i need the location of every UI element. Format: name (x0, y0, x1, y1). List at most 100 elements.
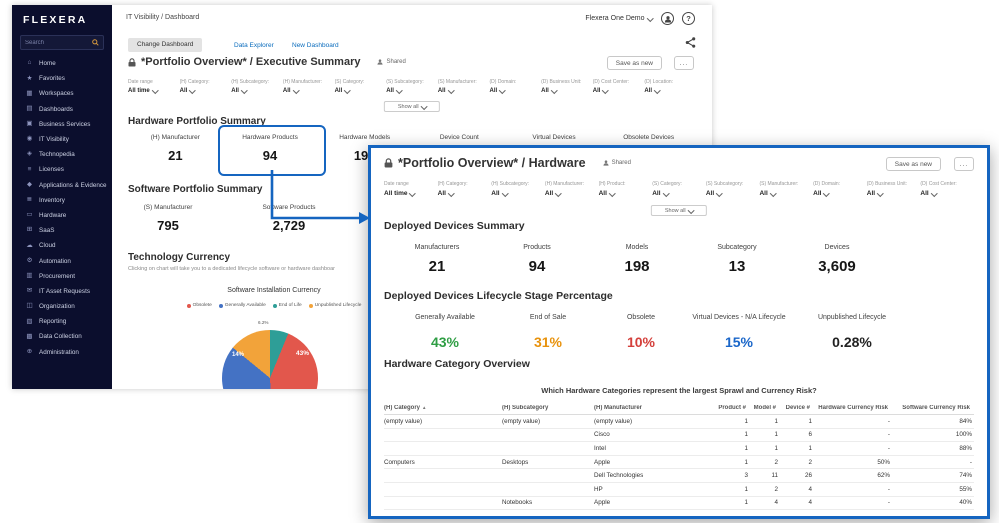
chevron-down-icon (824, 190, 830, 196)
sidebar-item[interactable]: ◫ Organization (12, 299, 112, 314)
legend-item[interactable]: Unpublished Lifecycle (309, 303, 362, 308)
filter-dropdown[interactable]: (H) Manufacturer: All (283, 79, 335, 94)
filter-bar: Date range All time (H) Category: All (H… (384, 181, 974, 197)
more-options-button[interactable]: ... (954, 157, 974, 171)
sidebar-item[interactable]: ▧ Reporting (12, 314, 112, 329)
filter-dropdown[interactable]: (S) Category: All (652, 181, 706, 197)
cell-manufacturer: Cisco (594, 428, 716, 442)
filter-dropdown[interactable]: (H) Subcategory: All (491, 181, 545, 197)
table-header-cell[interactable]: (H) Manufacturer (594, 405, 716, 415)
sidebar-item[interactable]: ≡ Licenses (12, 162, 112, 177)
filter-dropdown[interactable]: Date range All time (384, 181, 438, 197)
sidebar-item[interactable]: ⚙ Automation (12, 253, 112, 268)
tab-data-explorer[interactable]: Data Explorer (234, 42, 274, 49)
sidebar-item[interactable]: ★ Favorites (12, 71, 112, 86)
filter-dropdown[interactable]: (S) Manufacturer: All (759, 181, 813, 197)
sidebar-item[interactable]: ☁ Cloud (12, 238, 112, 253)
table-header-cell[interactable]: Software Currency Risk (892, 405, 974, 415)
tab-new-dashboard[interactable]: New Dashboard (292, 42, 339, 49)
search-input[interactable] (25, 40, 92, 46)
show-all-button[interactable]: Show all (651, 205, 707, 216)
legend-item[interactable]: Generally Available (219, 303, 266, 308)
cell-software-currency-risk: 40% (892, 496, 974, 510)
legend-color-dot (219, 304, 223, 308)
overlay-header: *Portfolio Overview* / Hardware Shared (384, 156, 631, 170)
table-header-cell[interactable]: Hardware Currency Risk (814, 405, 892, 415)
lifecycle-stage-cards: Generally Available 43% End of Sale 31% … (395, 314, 907, 350)
sidebar-item[interactable]: ≣ Inventory (12, 193, 112, 208)
cell-subcategory (502, 482, 594, 496)
filter-dropdown[interactable]: (D) Cost Center: All (920, 181, 974, 197)
avatar-icon[interactable] (661, 12, 674, 25)
sidebar-item[interactable]: ◆ Applications & Evidence (12, 178, 112, 193)
sidebar-item[interactable]: ⊞ SaaS (12, 223, 112, 238)
filter-dropdown[interactable]: (H) Subcategory: All (231, 79, 283, 94)
chevron-down-icon (770, 190, 776, 196)
sidebar-item[interactable]: ⌂ Home (12, 56, 112, 71)
sidebar-item[interactable]: ▥ Procurement (12, 269, 112, 284)
stat-card: (H) Manufacturer 21 (128, 134, 223, 163)
chevron-down-icon (448, 87, 454, 93)
filter-dropdown[interactable]: (S) Subcategory: All (386, 79, 438, 94)
filter-dropdown[interactable]: (H) Product: All (599, 181, 653, 197)
table-header-cell[interactable]: (H) Category▲ (384, 405, 502, 415)
filter-dropdown[interactable]: (D) Domain: All (489, 79, 541, 94)
sidebar-item[interactable]: ◉ IT Visibility (12, 132, 112, 147)
software-currency-pie[interactable] (222, 330, 318, 389)
table-header-cell[interactable]: Product # (716, 405, 750, 415)
table-row[interactable]: Dell Technologies 3 11 26 62% 74% (384, 469, 974, 483)
cell-subcategory: (empty value) (502, 415, 594, 429)
table-row[interactable]: Cisco 1 1 6 - 100% (384, 428, 974, 442)
cell-product-count: 1 (716, 442, 750, 456)
filter-dropdown[interactable]: (D) Business Unit: All (541, 79, 593, 94)
table-row[interactable]: HP 1 2 4 - 55% (384, 482, 974, 496)
filter-dropdown[interactable]: (S) Subcategory: All (706, 181, 760, 197)
chevron-down-icon (716, 190, 722, 196)
filter-dropdown[interactable]: Date range All time (128, 79, 180, 94)
filter-dropdown[interactable]: (S) Manufacturer: All (438, 79, 490, 94)
filter-dropdown[interactable]: (H) Manufacturer: All (545, 181, 599, 197)
filter-dropdown[interactable]: (D) Business Unit: All (867, 181, 921, 197)
sidebar-item[interactable]: ▩ Data Collection (12, 329, 112, 344)
cell-subcategory: Notebooks (502, 496, 594, 510)
tab-change-dashboard[interactable]: Change Dashboard (128, 38, 202, 52)
pie-label-unpublished: 14% (232, 352, 244, 358)
table-row[interactable]: Computers Desktops Apple 1 2 2 50% - (384, 455, 974, 469)
page-title: *Portfolio Overview* / Executive Summary (141, 56, 360, 68)
sidebar-search[interactable] (20, 35, 104, 50)
sidebar-item[interactable]: ▤ Dashboards (12, 102, 112, 117)
filter-dropdown[interactable]: (H) Category: All (438, 181, 492, 197)
filter-dropdown[interactable]: (D) Domain: All (813, 181, 867, 197)
table-row[interactable]: Intel 1 1 1 - 88% (384, 442, 974, 456)
show-all-button[interactable]: Show all (384, 101, 440, 112)
save-as-new-button[interactable]: Save as new (607, 56, 662, 70)
filter-dropdown[interactable]: (D) Location: All (644, 79, 696, 94)
help-icon[interactable]: ? (682, 12, 695, 25)
filter-dropdown[interactable]: (S) Category: All (335, 79, 387, 94)
star-icon: ★ (25, 76, 34, 83)
sidebar-item[interactable]: ⊕ Administration (12, 345, 112, 360)
sidebar-item[interactable]: ▣ Business Services (12, 117, 112, 132)
legend-item[interactable]: End of Life (273, 303, 302, 308)
table-row[interactable]: Notebooks Apple 1 4 4 - 40% (384, 496, 974, 510)
table-header-cell[interactable]: (H) Subcategory (502, 405, 594, 415)
table-header-cell[interactable]: Model # (750, 405, 780, 415)
sidebar-item[interactable]: ✉ IT Asset Requests (12, 284, 112, 299)
sidebar-item[interactable]: ▦ Workspaces (12, 86, 112, 101)
account-menu[interactable]: Flexera One Demo (585, 15, 652, 22)
sidebar-item[interactable]: ▭ Hardware (12, 208, 112, 223)
table-row[interactable]: (empty value) (empty value) (empty value… (384, 415, 974, 429)
sidebar-item[interactable]: ◈ Technopedia (12, 147, 112, 162)
table-header-cell[interactable]: Device # (780, 405, 814, 415)
breadcrumb[interactable]: IT Visibility / Dashboard (126, 14, 199, 21)
chevron-down-icon (396, 87, 402, 93)
shared-badge: Shared (603, 160, 631, 166)
filter-dropdown[interactable]: (H) Category: All (180, 79, 232, 94)
more-options-button[interactable]: ... (674, 56, 694, 70)
cell-product-count: 1 (716, 415, 750, 429)
legend-item[interactable]: Obsolete (187, 303, 212, 308)
cell-subcategory (502, 442, 594, 456)
save-as-new-button[interactable]: Save as new (886, 157, 941, 171)
filter-dropdown[interactable]: (D) Cost Center: All (593, 79, 645, 94)
share-icon[interactable] (685, 35, 696, 53)
